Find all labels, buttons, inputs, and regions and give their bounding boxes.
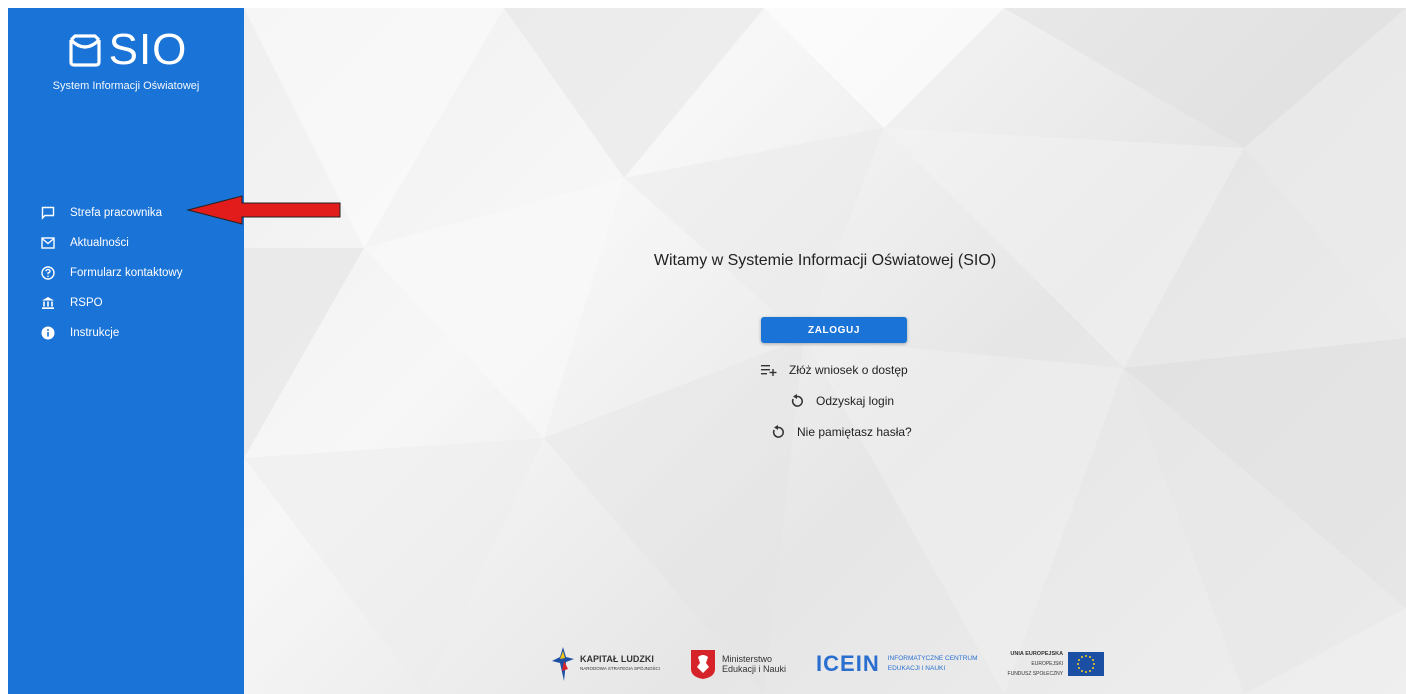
footer-logos: KAPITAŁ LUDZKI NARODOWA STRATEGIA SPÓJNO… bbox=[552, 644, 1134, 684]
kapital-text: KAPITAŁ LUDZKI bbox=[580, 654, 654, 664]
forgot-password-label: Nie pamiętasz hasła? bbox=[797, 425, 912, 439]
ue-line2: EUROPEJSKI bbox=[1031, 661, 1064, 667]
refresh-icon bbox=[771, 425, 785, 439]
sidebar-item-rspo[interactable]: RSPO bbox=[8, 288, 244, 318]
eu-flag-icon bbox=[1068, 652, 1105, 676]
logo[interactable]: SIO System Informacji Oświatowej bbox=[8, 25, 244, 93]
logo-subtitle: System Informacji Oświatowej bbox=[52, 80, 200, 92]
ue-logo: UNIA EUROPEJSKA EUROPEJSKI FUNDUSZ SPOŁE… bbox=[1008, 649, 1105, 679]
recover-login-link[interactable]: Odzyskaj login bbox=[790, 394, 894, 408]
sidebar-item-instrukcje[interactable]: Instrukcje bbox=[8, 318, 244, 348]
sidebar-item-label: Strefa pracownika bbox=[70, 207, 163, 219]
bank-icon bbox=[40, 295, 56, 311]
eagle-emblem-icon bbox=[691, 650, 716, 679]
login-button[interactable]: ZALOGUJ bbox=[761, 317, 907, 343]
sidebar-item-aktualnosci[interactable]: Aktualności bbox=[8, 228, 244, 258]
app-frame: SIO System Informacji Oświatowej Strefa … bbox=[8, 8, 1406, 694]
mail-icon bbox=[40, 235, 56, 251]
sidebar-item-formularz[interactable]: Formularz kontaktowy bbox=[8, 258, 244, 288]
ue-line3: FUNDUSZ SPOŁECZNY bbox=[1007, 671, 1064, 677]
kapital-ludzki-logo: KAPITAŁ LUDZKI NARODOWA STRATEGIA SPÓJNO… bbox=[552, 647, 660, 681]
playlist-add-icon bbox=[761, 363, 777, 377]
icein-line1: INFORMATYCZNE CENTRUM bbox=[887, 655, 978, 662]
ministerstwo-logo: Ministerstwo Edukacji i Nauki bbox=[690, 649, 786, 679]
red-arrow-annotation bbox=[186, 195, 341, 225]
icein-line2: EDUKACJI I NAUKI bbox=[887, 665, 946, 672]
chat-icon bbox=[40, 205, 56, 221]
request-access-link[interactable]: Złóż wniosek o dostęp bbox=[761, 363, 908, 377]
sidebar-item-label: Formularz kontaktowy bbox=[70, 267, 183, 279]
background-pattern bbox=[244, 8, 1406, 694]
recover-login-label: Odzyskaj login bbox=[816, 394, 895, 408]
icein-mark: ICEIN bbox=[816, 651, 880, 676]
help-icon bbox=[40, 265, 56, 281]
info-icon bbox=[40, 325, 56, 341]
ministerstwo-line2: Edukacji i Nauki bbox=[722, 664, 787, 674]
kapital-subtext: NARODOWA STRATEGIA SPÓJNOŚCI bbox=[580, 666, 661, 671]
request-access-label: Złóż wniosek o dostęp bbox=[789, 363, 908, 377]
ue-line1: UNIA EUROPEJSKA bbox=[1010, 651, 1064, 657]
ministerstwo-line1: Ministerstwo bbox=[722, 654, 773, 664]
sidebar: SIO System Informacji Oświatowej Strefa … bbox=[8, 8, 244, 694]
sidebar-item-label: Instrukcje bbox=[70, 327, 120, 339]
logo-text: SIO bbox=[108, 25, 188, 74]
main-content: Witamy w Systemie Informacji Oświatowej … bbox=[244, 8, 1406, 694]
book-logo-icon bbox=[68, 34, 101, 67]
icein-logo: ICEIN INFORMATYCZNE CENTRUM EDUKACJI I N… bbox=[816, 651, 977, 677]
forgot-password-link[interactable]: Nie pamiętasz hasła? bbox=[771, 425, 912, 439]
sidebar-item-label: Aktualności bbox=[70, 237, 129, 249]
kapital-star-icon bbox=[552, 647, 574, 681]
refresh-icon bbox=[790, 394, 804, 408]
sidebar-item-label: RSPO bbox=[70, 297, 103, 309]
welcome-heading: Witamy w Systemie Informacji Oświatowej … bbox=[653, 252, 997, 269]
